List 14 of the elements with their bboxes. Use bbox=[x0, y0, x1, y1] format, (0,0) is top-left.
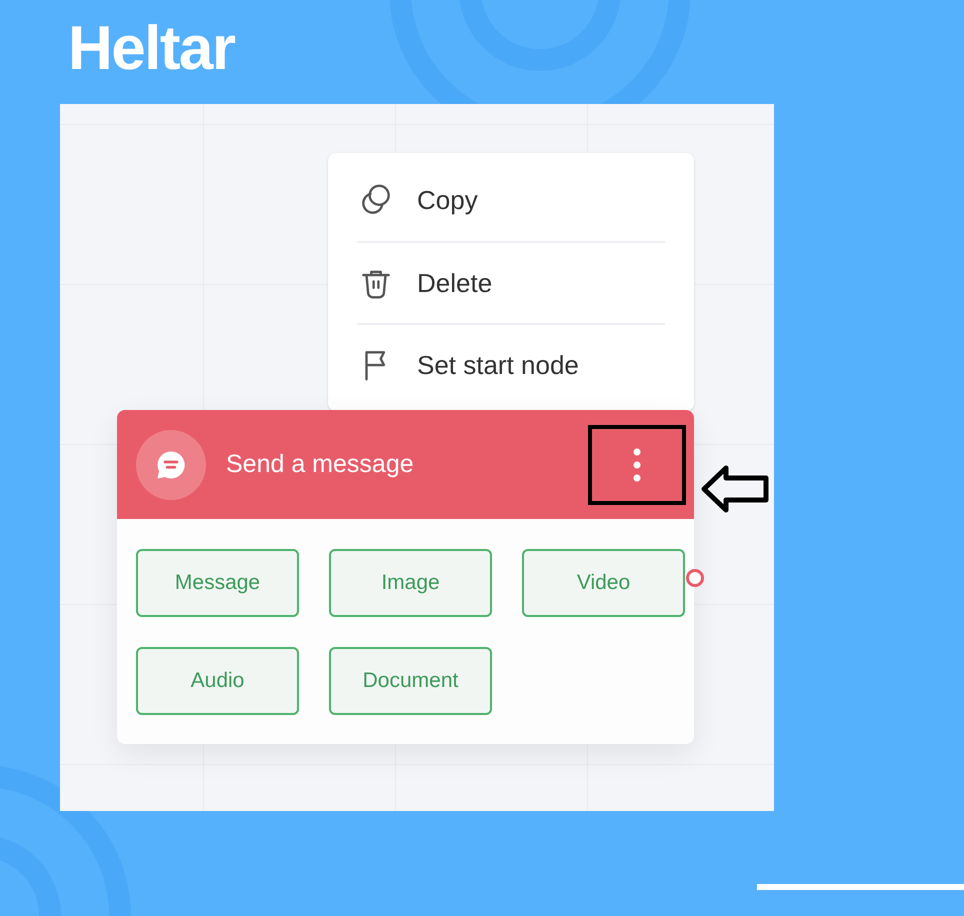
option-button[interactable]: Message bbox=[136, 549, 299, 617]
option-button[interactable]: Image bbox=[329, 549, 492, 617]
menu-item[interactable]: Set start node bbox=[357, 323, 665, 405]
option-button[interactable]: Video bbox=[522, 549, 685, 617]
arrow-icon bbox=[700, 464, 770, 514]
more-vertical-icon bbox=[633, 446, 641, 482]
option-button[interactable]: Document bbox=[329, 647, 492, 715]
node-title: Send a message bbox=[226, 448, 414, 480]
option-button[interactable]: Audio bbox=[136, 647, 299, 715]
menu-item[interactable]: Delete bbox=[357, 241, 665, 323]
menu-item[interactable]: Copy bbox=[357, 159, 665, 241]
connection-handle[interactable] bbox=[686, 569, 704, 587]
logo: Heltar bbox=[68, 14, 234, 83]
more-options-button[interactable] bbox=[588, 424, 686, 504]
